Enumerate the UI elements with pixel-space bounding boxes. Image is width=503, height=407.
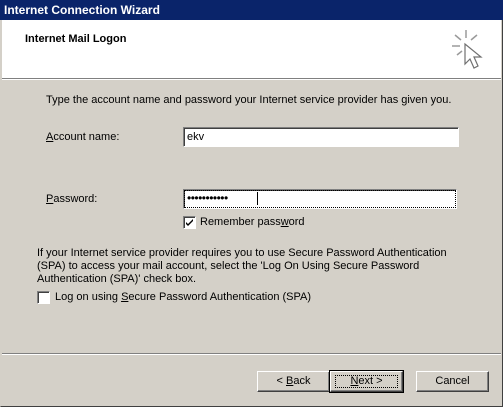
password-input[interactable]: ••••••••••• [187, 191, 228, 205]
next-button[interactable]: Next > [329, 370, 404, 393]
cancel-button[interactable]: Cancel [416, 371, 489, 392]
spa-checkbox[interactable] [37, 291, 50, 304]
spa-checkbox-label[interactable]: Log on using Secure Password Authenticat… [55, 291, 311, 303]
password-field[interactable]: ••••••••••• [183, 189, 457, 209]
title-bar[interactable]: Internet Connection Wizard [0, 0, 503, 20]
account-name-field[interactable] [183, 127, 459, 147]
password-label: Password: [46, 193, 98, 205]
account-name-input[interactable] [184, 128, 458, 146]
wizard-wand-icon [452, 30, 483, 69]
spa-info-line-3: Authentication (SPA)' check box. [37, 273, 197, 285]
text-caret [257, 192, 258, 205]
spa-info-line-1: If your Internet service provider requir… [37, 247, 447, 259]
account-name-label: Account name: [46, 131, 120, 143]
spa-info-line-2: (SPA) to access your mail account, selec… [37, 260, 420, 272]
header-separator [2, 78, 501, 80]
intro-text: Type the account name and password your … [46, 94, 452, 106]
page-title: Internet Mail Logon [25, 33, 127, 45]
back-button[interactable]: < Back [257, 371, 330, 392]
window-title: Internet Connection Wizard [4, 3, 160, 17]
remember-password-checkbox[interactable] [183, 216, 196, 229]
footer-separator [2, 353, 501, 355]
remember-password-label[interactable]: Remember password [200, 216, 305, 228]
checkmark-icon [186, 219, 193, 226]
wizard-header: Internet Mail Logon [2, 20, 501, 78]
